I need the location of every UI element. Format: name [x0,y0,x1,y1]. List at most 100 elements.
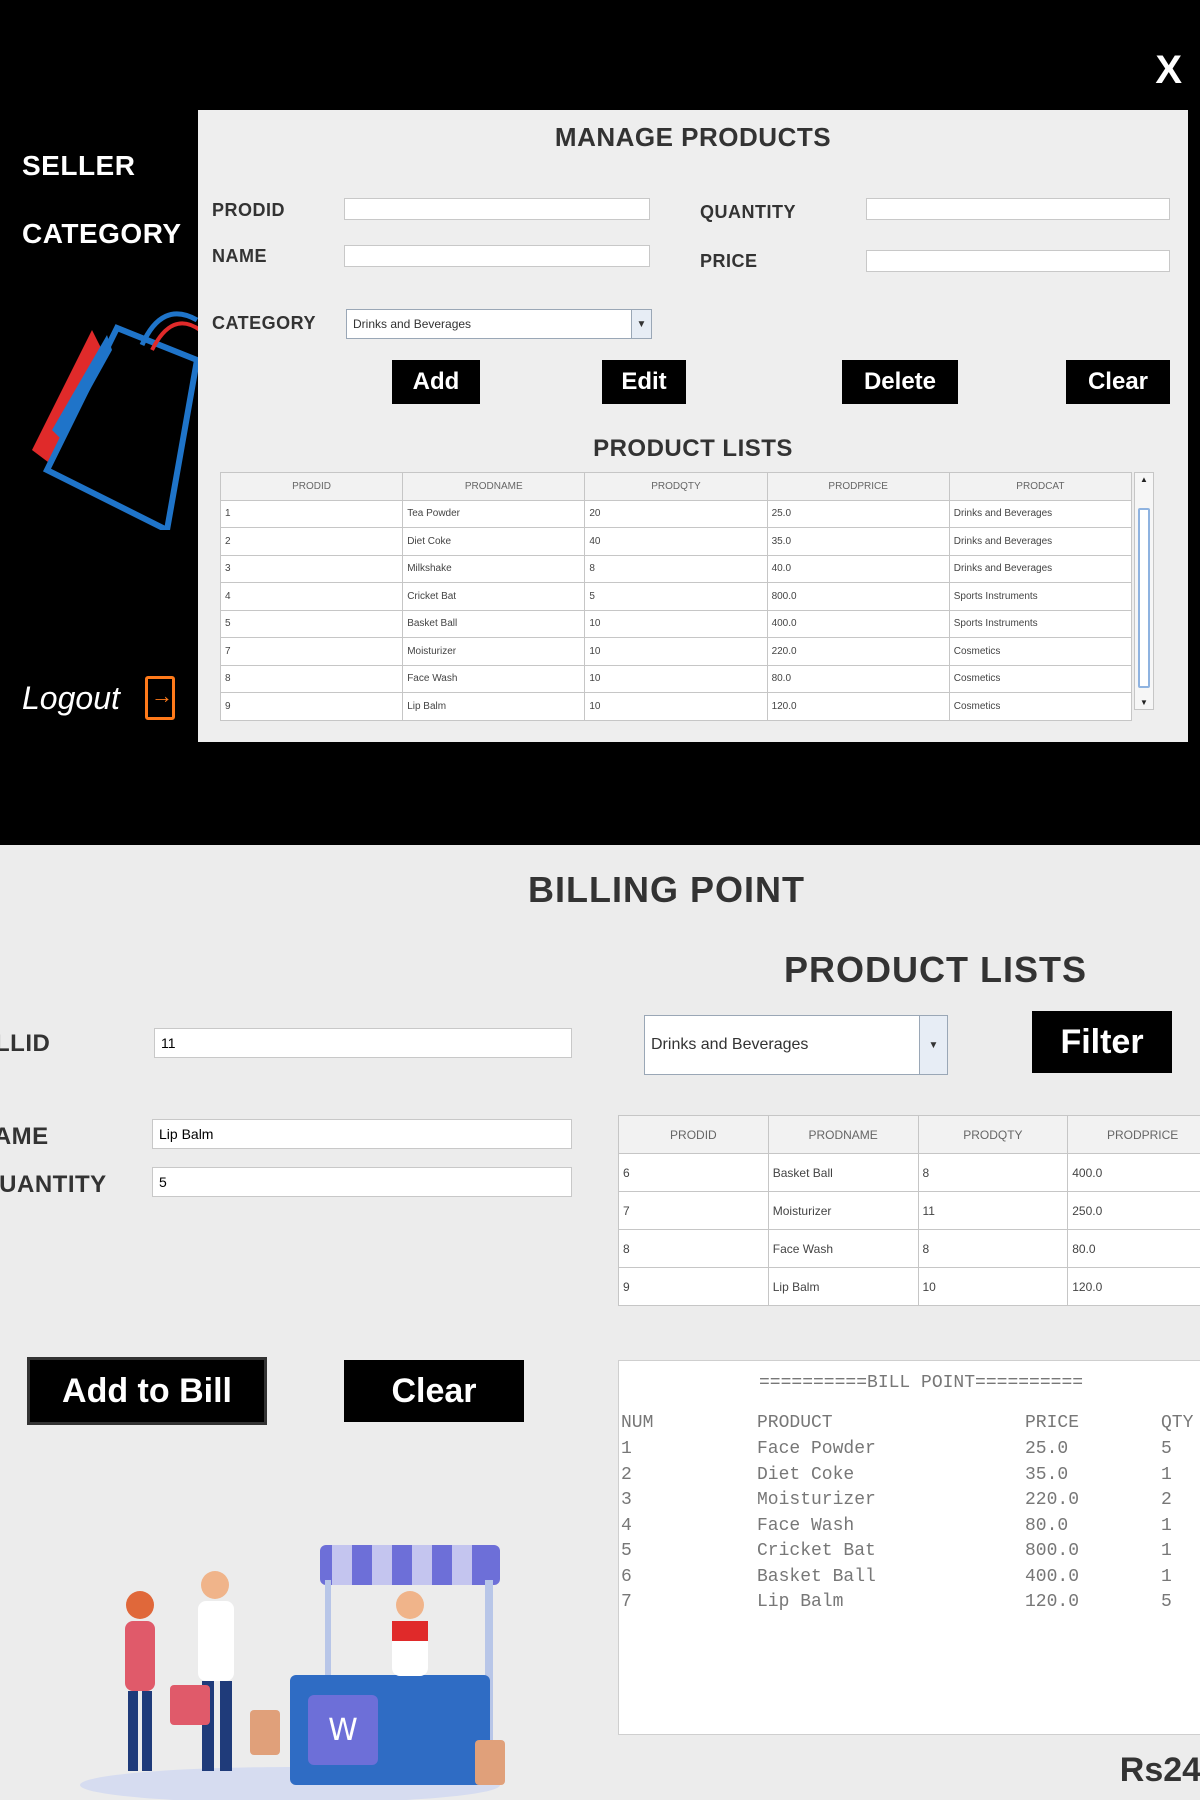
table-cell: 25.0 [766,499,950,528]
bill-total: Rs248 [1119,1751,1200,1789]
scroll-thumb[interactable] [1138,508,1150,688]
table-row[interactable]: 6 Basket Ball 8 400.0 [618,1153,1200,1192]
receipt-row: 7 Lip Balm 120.0 5 [619,1592,1200,1620]
billing-product-list-title: PRODUCT LISTS [784,949,1088,990]
scroll-up-icon[interactable]: ▲ [1135,475,1153,484]
receipt-cell: 2 [621,1464,632,1485]
edit-button[interactable]: Edit [602,360,686,404]
receipt-cell: 6 [621,1566,632,1587]
logout-link[interactable]: Logout [22,680,120,717]
table-row[interactable]: 3 Milkshake 8 40.0 Drinks and Beverages [219,554,1133,583]
receipt-row: 2 Diet Coke 35.0 1 [619,1465,1200,1493]
table-scrollbar[interactable]: ▲ ▼ [1134,472,1154,710]
table-cell: 7 [618,1191,769,1230]
col-prodprice[interactable]: PRODPRICE [766,472,950,501]
table-cell: 35.0 [766,527,950,556]
clear-button[interactable]: Clear [1066,360,1170,404]
dropdown-arrow-icon[interactable]: ▼ [919,1016,947,1074]
table-cell: 80.0 [766,664,950,693]
table-row[interactable]: 5 Basket Ball 10 400.0 Sports Instruments [219,609,1133,638]
billing-clear-button[interactable]: Clear [344,1360,524,1422]
receipt-cell: 35.0 [1025,1464,1069,1485]
bill-name-input[interactable] [152,1119,572,1149]
col-prodcat[interactable]: PRODCAT [948,472,1133,501]
table-row[interactable]: 8 Face Wash 10 80.0 Cosmetics [219,664,1133,693]
table-cell: 10 [584,637,768,666]
filter-button[interactable]: Filter [1032,1011,1172,1073]
filter-category-select[interactable]: Drinks and Beverages ▼ [644,1015,948,1075]
col-prodname[interactable]: PRODNAME [767,1115,919,1154]
nav-category[interactable]: CATEGORY [22,218,182,250]
col-prodprice[interactable]: PRODPRICE [1067,1115,1200,1154]
receipt-cell: Face Powder [757,1439,876,1459]
price-input[interactable] [866,250,1170,272]
product-list-title: PRODUCT LISTS [593,435,793,462]
col-prodname[interactable]: PRODNAME [402,472,586,501]
col-prodqty[interactable]: PRODQTY [917,1115,1069,1154]
table-cell: Cricket Bat [402,582,586,611]
receipt-cell: 5 [621,1541,632,1561]
receipt-cell: 800.0 [1025,1541,1080,1561]
table-cell: 40 [584,527,768,556]
receipt-row: 5 Cricket Bat 800.0 1 [619,1541,1200,1569]
add-button[interactable]: Add [392,360,480,404]
table-row[interactable]: 7 Moisturizer 10 220.0 Cosmetics [219,637,1133,666]
col-prodqty[interactable]: PRODQTY [584,472,768,501]
table-cell: 8 [584,554,768,583]
table-row[interactable]: 2 Diet Coke 40 35.0 Drinks and Beverages [219,527,1133,556]
billid-input[interactable] [154,1028,572,1058]
receipt-cell: 400.0 [1025,1566,1080,1587]
table-cell: 8 [618,1229,769,1268]
table-cell: 400.0 [1067,1153,1200,1192]
delete-button[interactable]: Delete [842,360,958,404]
add-to-bill-button[interactable]: Add to Bill [30,1360,264,1422]
category-label: CATEGORY [212,313,317,333]
table-cell: 6 [618,1153,769,1192]
receipt-cell: Lip Balm [757,1592,844,1612]
scroll-down-icon[interactable]: ▼ [1135,698,1153,707]
receipt-col-qty: QTY [1161,1413,1194,1433]
close-icon[interactable]: X [1155,50,1182,90]
table-cell: 800.0 [766,582,950,611]
table-row[interactable]: 1 Tea Powder 20 25.0 Drinks and Beverages [219,499,1133,528]
nav-seller[interactable]: SELLER [22,150,135,182]
receipt-cell: Face Wash [757,1515,855,1536]
bill-receipt-area[interactable]: ==========BILL POINT========== NUM PRODU… [618,1360,1200,1735]
table-cell: 8 [917,1229,1069,1268]
name-input[interactable] [344,245,650,267]
table-cell: 10 [917,1267,1069,1306]
bill-quantity-input[interactable] [152,1167,572,1197]
dropdown-arrow-icon[interactable]: ▼ [631,310,651,338]
col-prodid[interactable]: PRODID [618,1115,769,1154]
logout-icon[interactable] [145,676,175,720]
table-header-row: PRODID PRODNAME PRODQTY PRODPRICE PRODCA… [219,472,1133,501]
table-cell: 10 [584,664,768,693]
table-row[interactable]: 8 Face Wash 8 80.0 [618,1229,1200,1268]
table-row[interactable]: 9 Lip Balm 10 120.0 [618,1267,1200,1306]
billing-product-table[interactable]: PRODID PRODNAME PRODQTY PRODPRICE 6 Baske… [618,1115,1200,1306]
table-cell: Drinks and Beverages [948,554,1133,583]
prodid-input[interactable] [344,198,650,220]
receipt-cell: 1 [1161,1566,1172,1587]
quantity-input[interactable] [866,198,1170,220]
table-cell: 400.0 [766,609,950,638]
price-label: PRICE [700,251,758,271]
table-row[interactable]: 7 Moisturizer 11 250.0 [618,1191,1200,1230]
col-prodid[interactable]: PRODID [219,472,404,501]
table-cell: Cosmetics [948,637,1133,666]
receipt-header: ==========BILL POINT========== [759,1373,1084,1393]
receipt-col-product: PRODUCT [757,1413,833,1433]
category-select[interactable]: Drinks and Beverages ▼ [346,309,652,339]
receipt-cell: Diet Coke [757,1464,855,1485]
filter-select-value: Drinks and Beverages [651,1036,809,1053]
table-cell: Basket Ball [767,1153,919,1192]
table-row[interactable]: 4 Cricket Bat 5 800.0 Sports Instruments [219,582,1133,611]
table-row[interactable]: 9 Lip Balm 10 120.0 Cosmetics [219,692,1133,721]
receipt-cell: 2 [1161,1490,1172,1510]
receipt-cell: Basket Ball [757,1566,876,1587]
product-table[interactable]: PRODID PRODNAME PRODQTY PRODPRICE PRODCA… [219,472,1133,721]
table-cell: Face Wash [767,1229,919,1268]
receipt-cell: 80.0 [1025,1515,1069,1536]
table-cell: Milkshake [402,554,586,583]
receipt-cell: 5 [1161,1439,1172,1459]
